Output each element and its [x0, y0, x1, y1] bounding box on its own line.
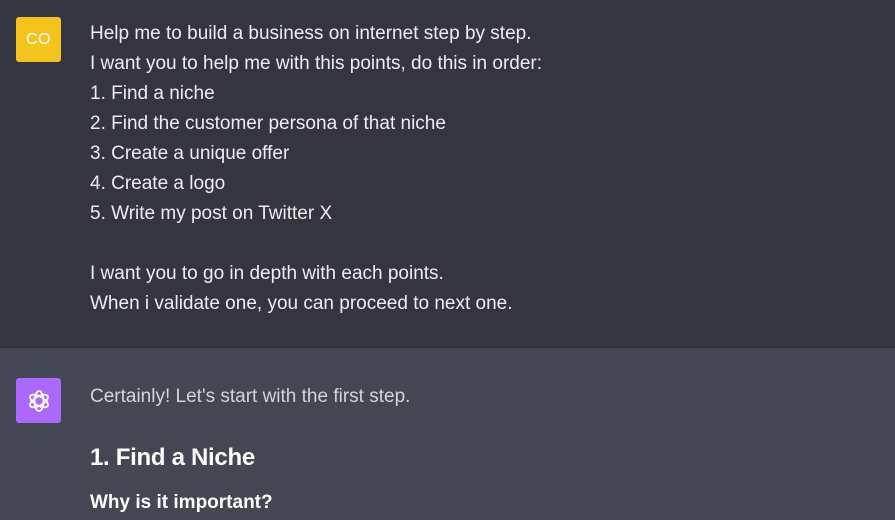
chat-thread: CO Help me to build a business on intern…: [0, 0, 895, 520]
user-message-line: 3. Create a unique offer: [90, 143, 290, 164]
user-message-line: 2. Find the customer persona of that nic…: [90, 113, 446, 134]
assistant-message: Certainly! Let's start with the first st…: [0, 347, 895, 520]
user-message-line: I want you to help me with this points, …: [90, 53, 543, 74]
user-message-line: When i validate one, you can proceed to …: [90, 293, 513, 314]
assistant-message-body: Certainly! Let's start with the first st…: [90, 382, 411, 513]
assistant-intro: Certainly! Let's start with the first st…: [90, 386, 411, 407]
user-message-line: 5. Write my post on Twitter X: [90, 203, 333, 224]
user-message-line: 1. Find a niche: [90, 83, 215, 104]
user-message-line: I want you to go in depth with each poin…: [90, 263, 444, 284]
user-message-line: [90, 229, 542, 259]
user-avatar: CO: [16, 17, 61, 62]
assistant-avatar: [16, 378, 61, 423]
user-avatar-initials: CO: [26, 30, 51, 48]
user-message-line: 4. Create a logo: [90, 173, 226, 194]
assistant-heading: 1. Find a Niche: [90, 444, 255, 471]
assistant-subheading: Why is it important?: [90, 492, 273, 513]
openai-logo-icon: [28, 389, 49, 412]
user-message-text: Help me to build a business on internet …: [90, 19, 542, 319]
user-message-line: Help me to build a business on internet …: [90, 23, 532, 44]
user-message: CO Help me to build a business on intern…: [0, 0, 895, 347]
